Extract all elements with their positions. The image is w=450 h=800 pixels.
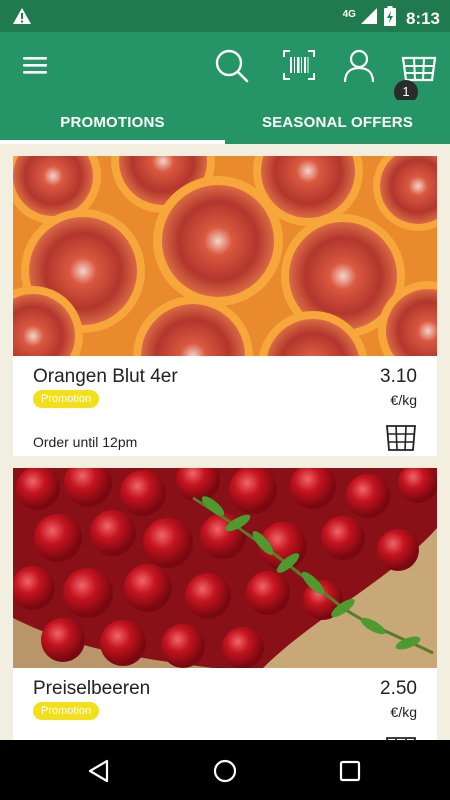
price-unit: €/kg: [390, 392, 417, 408]
cranberries-image: [13, 468, 437, 668]
promotion-badge: Promotion: [33, 390, 100, 408]
signal-icon: [360, 7, 378, 30]
product-card[interactable]: Preiselbeeren 2.50 €/kg Promotion: [13, 468, 437, 740]
product-name: Orangen Blut 4er: [33, 366, 178, 387]
product-card[interactable]: Orangen Blut 4er 3.10 €/kg Promotion Ord…: [13, 156, 437, 456]
barcode-icon[interactable]: [282, 48, 316, 87]
product-price: 2.50: [380, 678, 417, 699]
blood-orange-image: [13, 156, 437, 356]
system-navigation-bar: [0, 740, 450, 800]
back-icon[interactable]: [86, 758, 112, 789]
promotion-badge: Promotion: [33, 702, 100, 720]
battery-icon: [383, 6, 396, 31]
price-unit: €/kg: [390, 704, 417, 720]
warning-icon: [12, 7, 32, 30]
menu-icon[interactable]: [20, 48, 50, 87]
clock: 8:13: [405, 8, 440, 28]
app-bar: 1: [0, 32, 450, 104]
recent-apps-icon[interactable]: [338, 758, 362, 789]
home-icon[interactable]: [212, 758, 238, 789]
tab-bar: PROMOTIONS SEASONAL OFFERS: [0, 100, 450, 144]
product-name: Preiselbeeren: [33, 678, 151, 699]
add-to-basket-icon[interactable]: [385, 422, 417, 457]
search-icon[interactable]: [214, 48, 250, 89]
product-price: 3.10: [380, 366, 417, 387]
status-bar: 4G 8:13: [0, 0, 450, 32]
account-icon[interactable]: [342, 48, 376, 89]
network-type: 4G: [342, 9, 356, 20]
tab-promotions[interactable]: PROMOTIONS: [0, 100, 225, 144]
order-note: Order until 12pm: [33, 434, 138, 450]
tab-seasonal-offers[interactable]: SEASONAL OFFERS: [225, 100, 450, 144]
product-list: Orangen Blut 4er 3.10 €/kg Promotion Ord…: [0, 144, 450, 740]
